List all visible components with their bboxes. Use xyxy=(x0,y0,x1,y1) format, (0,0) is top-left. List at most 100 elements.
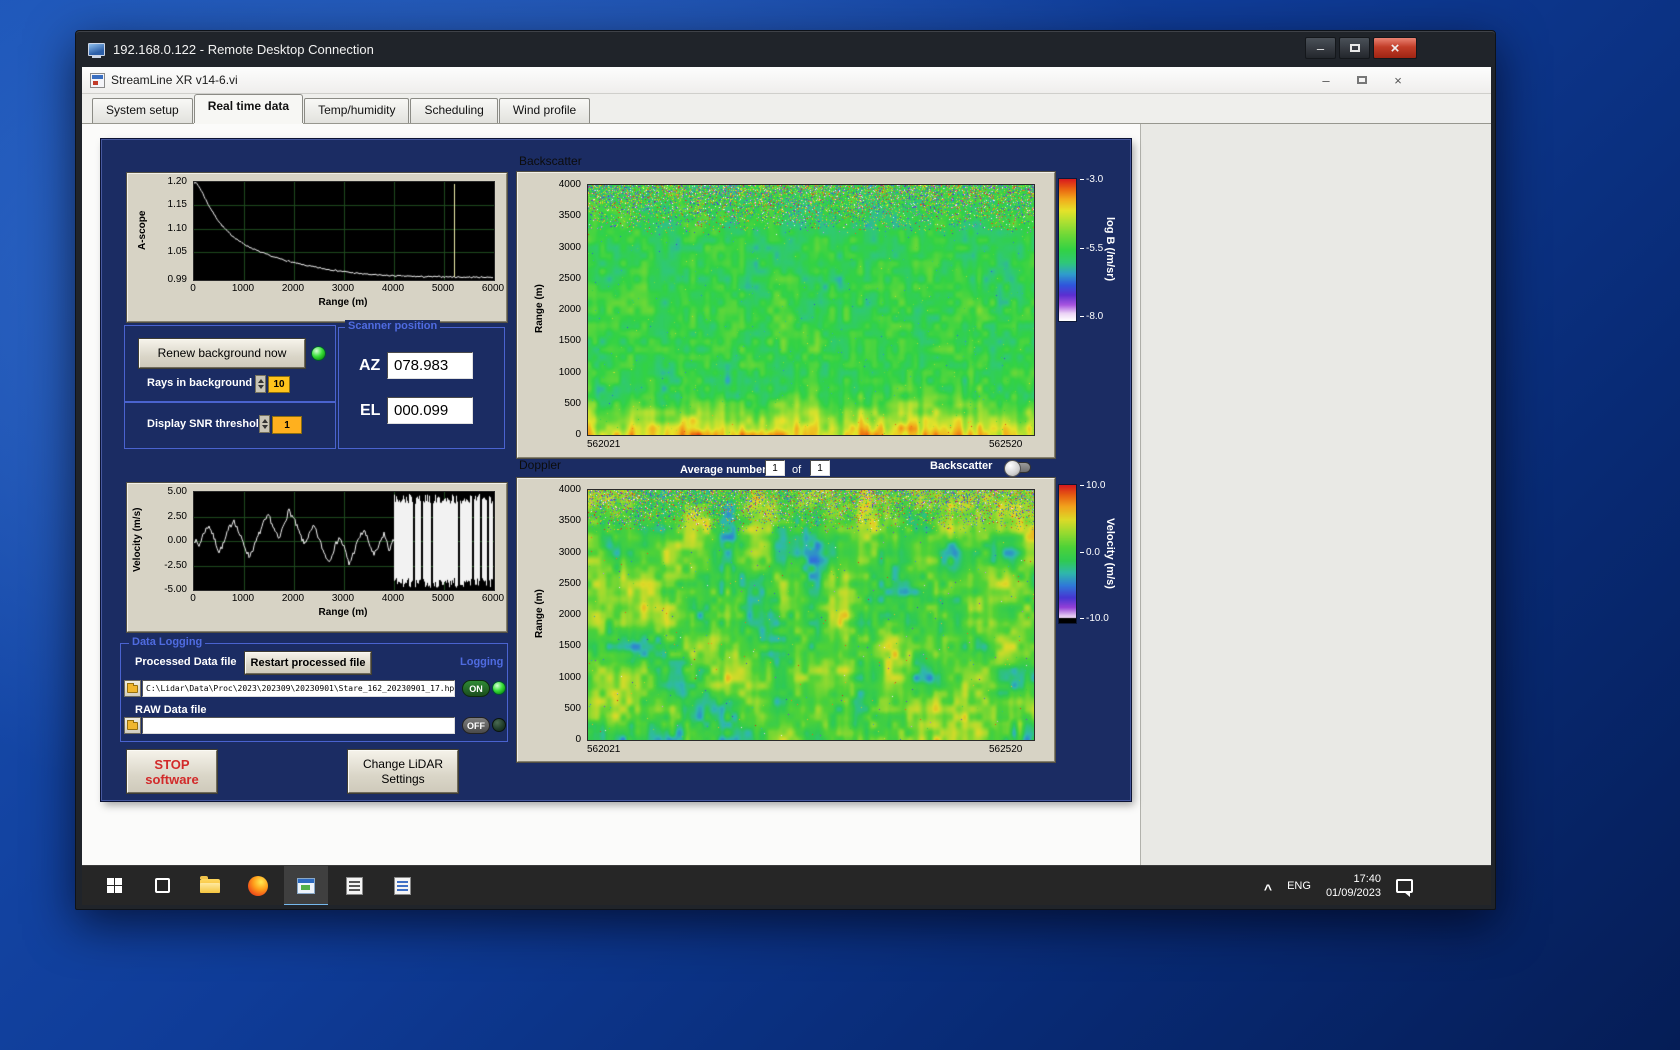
file-explorer-icon xyxy=(200,875,220,893)
display-snr-threshold-label: Display SNR threshold xyxy=(147,418,266,430)
raw-logging-toggle[interactable]: OFF xyxy=(462,717,490,734)
notes-app-icon xyxy=(393,876,411,895)
action-center-icon[interactable] xyxy=(1396,879,1413,897)
data-logging-title: Data Logging xyxy=(129,636,206,648)
doppler-colorbar-label: Velocity (m/s) xyxy=(1104,517,1116,589)
az-label: AZ xyxy=(359,357,381,374)
data-logging-group: Data Logging Processed Data file Restart… xyxy=(120,636,508,742)
processed-path-browse-button[interactable] xyxy=(124,680,141,697)
doppler-chart: 4000 3500 3000 2500 2000 1500 1000 500 0 562021 56… xyxy=(517,478,1055,762)
axis-label: 4000 xyxy=(381,283,405,294)
average-number-label: Average number xyxy=(680,464,767,476)
start-button[interactable] xyxy=(92,866,136,906)
axis-label: 2000 xyxy=(558,609,581,620)
axis-label: 6000 xyxy=(481,283,505,294)
backscatter-colorbar: -3.0 -5.5 -8.0 xyxy=(1058,174,1128,322)
doppler-colorbar: 10.0 0.0 -10.0 xyxy=(1058,480,1128,624)
processed-logging-toggle[interactable]: ON xyxy=(462,680,490,697)
vi-icon xyxy=(90,72,105,88)
snr-group: Display SNR threshold 1 xyxy=(124,402,336,449)
rdp-minimize-button[interactable]: – xyxy=(1305,37,1336,59)
axis-label: Range (m) xyxy=(534,284,545,334)
renew-background-button[interactable]: Renew background now xyxy=(139,339,305,368)
change-lidar-settings-button[interactable]: Change LiDAR Settings xyxy=(348,750,458,793)
snr-value-field[interactable]: 1 xyxy=(272,416,302,434)
close-icon: × xyxy=(1394,72,1402,88)
average-total-field[interactable]: 1 xyxy=(810,460,830,476)
axis-label: 3000 xyxy=(331,283,355,294)
language-indicator[interactable]: ENG xyxy=(1287,880,1311,892)
minimize-icon: – xyxy=(1322,72,1330,88)
panel-gray-margin xyxy=(1140,124,1491,905)
axis-label: 1000 xyxy=(558,671,581,683)
rdp-window: 192.168.0.122 - Remote Desktop Connectio… xyxy=(75,30,1496,910)
clock-date: 01/09/2023 xyxy=(1325,887,1381,899)
raw-path-field[interactable] xyxy=(142,717,455,734)
axis-label: 2500 xyxy=(558,577,581,589)
ascope-chart: 1.20 1.15 1.10 1.05 0.99 0 1000 2000 3000 4000 500… xyxy=(127,173,507,322)
app-restore-button[interactable] xyxy=(1347,69,1377,91)
axis-label: 3000 xyxy=(331,593,355,604)
rdp-titlebar: 192.168.0.122 - Remote Desktop Connectio… xyxy=(76,31,1495,67)
axis-label: Range (m) xyxy=(534,589,545,639)
restart-processed-file-button[interactable]: Restart processed file xyxy=(245,652,371,674)
backscatter-toggle-switch[interactable] xyxy=(1004,460,1031,477)
tab-real-time-data[interactable]: Real time data xyxy=(193,94,304,123)
clock-time: 17:40 xyxy=(1353,873,1381,885)
axis-label: 0 xyxy=(575,734,581,745)
axis-label: 5000 xyxy=(431,283,455,294)
axis-label: 3000 xyxy=(558,546,581,558)
backscatter-header: Backscatter xyxy=(519,154,582,168)
average-number-field[interactable]: 1 xyxy=(765,460,785,476)
tab-temp-humidity[interactable]: Temp/humidity xyxy=(304,98,410,123)
axis-label: Range (m) xyxy=(318,607,368,618)
task-view-button[interactable] xyxy=(140,866,184,906)
app-minimize-button[interactable]: – xyxy=(1311,69,1341,91)
app-title: StreamLine XR v14-6.vi xyxy=(111,73,238,87)
backscatter-plot xyxy=(587,184,1035,436)
rdp-maximize-button[interactable] xyxy=(1339,37,1370,59)
axis-label: 2000 xyxy=(281,283,305,294)
firefox-icon xyxy=(248,875,268,896)
axis-label: -3.0 xyxy=(1080,174,1103,185)
windows-logo-icon xyxy=(106,878,122,893)
firefox-button[interactable] xyxy=(236,866,280,906)
axis-label: 562520 xyxy=(989,744,1023,755)
rdp-close-button[interactable]: × xyxy=(1373,37,1417,59)
snr-spinner[interactable] xyxy=(259,415,270,433)
rays-value-field[interactable]: 10 xyxy=(268,376,290,393)
axis-label: 3500 xyxy=(558,210,581,222)
stop-software-button[interactable]: STOP software xyxy=(127,750,217,793)
of-label: of xyxy=(792,464,802,476)
ascope-plot xyxy=(193,181,495,281)
axis-label: 3000 xyxy=(558,241,581,253)
minimize-icon: – xyxy=(1316,40,1325,56)
system-tray: ^ ENG 17:40 01/09/2023 xyxy=(1264,866,1413,905)
tab-scheduling[interactable]: Scheduling xyxy=(410,98,498,123)
tab-wind-profile[interactable]: Wind profile xyxy=(498,98,591,123)
axis-label: 5000 xyxy=(431,593,455,604)
scan-scheduler-button[interactable] xyxy=(332,866,376,906)
axis-label: 2000 xyxy=(558,304,581,315)
streamline-app-button[interactable] xyxy=(284,865,328,905)
processed-path-field[interactable]: C:\Lidar\Data\Proc\2023\202309\20230901\… xyxy=(142,680,455,697)
app-close-button[interactable]: × xyxy=(1383,69,1413,91)
el-indicator: 000.099 xyxy=(387,397,473,424)
taskbar-clock[interactable]: 17:40 01/09/2023 xyxy=(1326,872,1381,900)
axis-label: Velocity (m/s) xyxy=(132,507,143,573)
hidden-icons-chevron[interactable]: ^ xyxy=(1264,882,1272,896)
stop-line1: STOP xyxy=(154,756,190,772)
stop-line2: software xyxy=(145,771,199,787)
axis-label: 1500 xyxy=(558,640,581,652)
notes-app-button[interactable] xyxy=(380,866,424,906)
axis-label: 6000 xyxy=(481,593,505,604)
rays-spinner[interactable] xyxy=(255,375,266,393)
axis-label: -5.5 xyxy=(1080,243,1103,254)
rdp-window-controls: – × xyxy=(1305,37,1417,59)
file-explorer-button[interactable] xyxy=(188,866,232,906)
tab-system-setup[interactable]: System setup xyxy=(92,98,193,123)
axis-label: 562021 xyxy=(587,439,621,450)
raw-path-browse-button[interactable] xyxy=(124,717,141,734)
axis-label: 1500 xyxy=(558,335,581,347)
scan-scheduler-icon xyxy=(345,876,363,895)
